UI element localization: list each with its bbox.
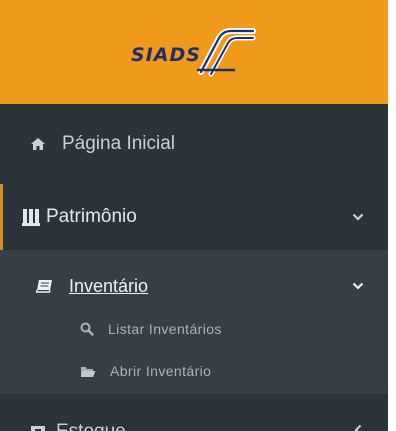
menu-item-pagina-inicial[interactable]: Página Inicial	[0, 104, 388, 184]
logo-text: SIADS	[131, 44, 201, 66]
menu-item-inventario[interactable]: Inventário	[0, 264, 388, 308]
chevron-left-icon[interactable]	[354, 423, 362, 431]
logo-swoosh-icon	[196, 28, 256, 77]
menu-item-patrimonio[interactable]: Patrimônio	[0, 184, 388, 250]
menu-label-pagina-inicial: Página Inicial	[62, 133, 176, 154]
menu-item-listar-inventarios[interactable]: Listar Inventários	[0, 310, 388, 348]
columns-icon	[22, 208, 40, 226]
menu-item-abrir-inventario[interactable]: Abrir Inventário	[0, 352, 388, 390]
folder-open-icon	[80, 365, 96, 378]
active-indicator	[0, 184, 3, 250]
menu-item-estoque[interactable]: Estoque	[0, 398, 388, 431]
logo-header: SIADS	[0, 0, 388, 104]
menu-label-patrimonio: Patrimônio	[46, 206, 137, 227]
menu-label-listar-inventarios: Listar Inventários	[108, 321, 222, 337]
home-icon	[30, 137, 46, 151]
search-icon	[80, 322, 94, 336]
box-icon	[30, 424, 46, 431]
menu-label-abrir-inventario: Abrir Inventário	[110, 363, 212, 379]
menu-label-estoque: Estoque	[56, 421, 126, 431]
chevron-down-icon[interactable]	[352, 277, 364, 295]
sidebar: SIADS Página Inicial Patrimônio Inventár…	[0, 0, 388, 431]
siads-logo[interactable]: SIADS	[131, 26, 257, 78]
book-icon	[36, 279, 53, 293]
chevron-down-icon[interactable]	[352, 208, 364, 226]
menu-label-inventario: Inventário	[69, 275, 149, 296]
